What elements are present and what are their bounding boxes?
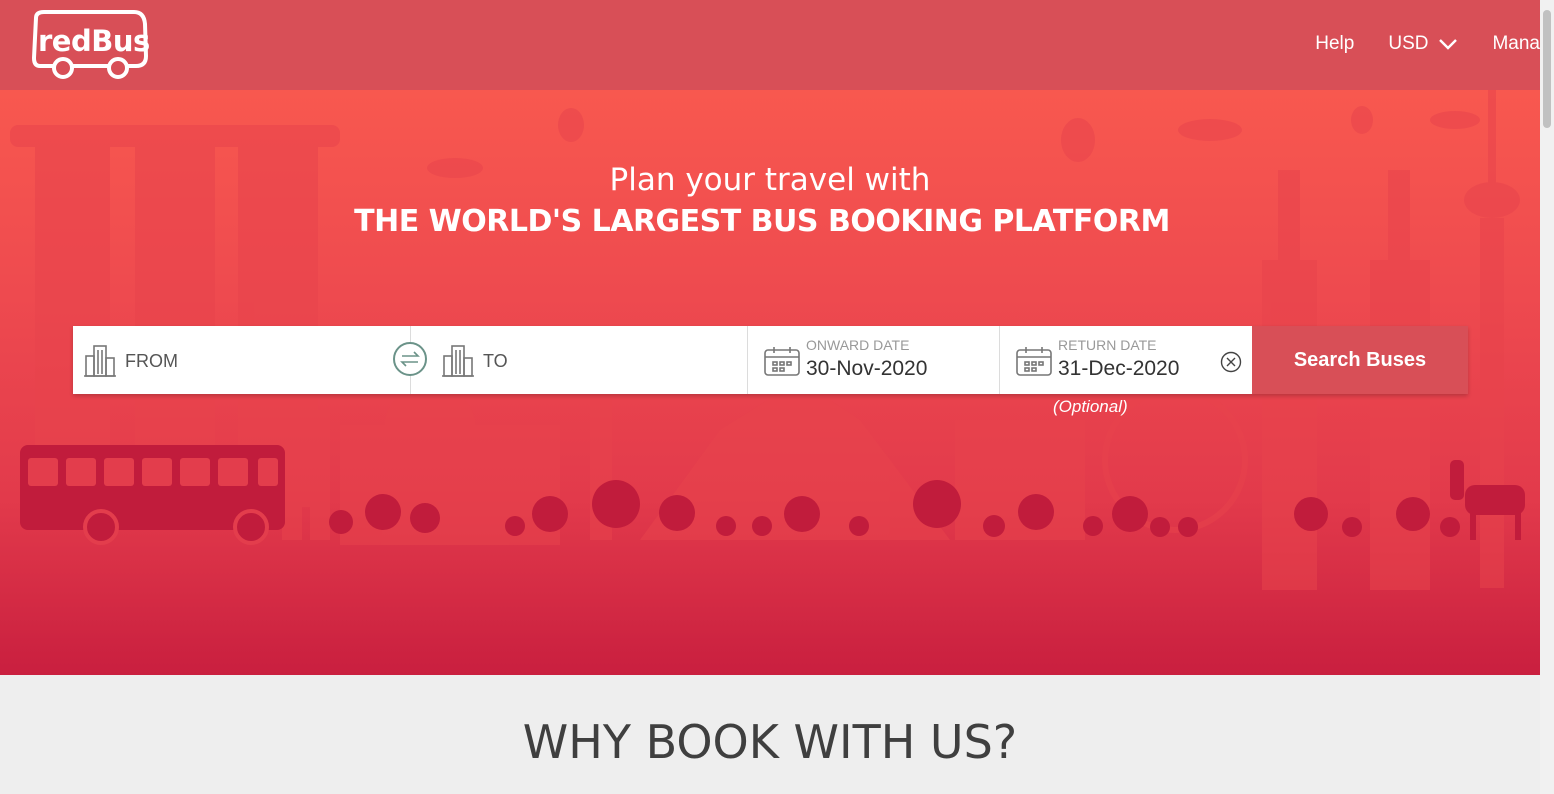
- calendar-icon: [764, 347, 800, 376]
- calendar-icon: [1016, 347, 1052, 376]
- swap-arrows-icon: [400, 351, 420, 367]
- bus-search-form: FROM TO ONWARD DATE 30-Nov-2020 RETURN D…: [73, 326, 1468, 394]
- nav-help[interactable]: Help: [1315, 33, 1354, 55]
- nav-currency[interactable]: USD: [1388, 33, 1458, 55]
- top-nav: Help USD Mana: [1281, 32, 1540, 56]
- redbus-logo[interactable]: redBus: [30, 10, 150, 84]
- site-header: redBus Help USD Mana: [0, 0, 1540, 90]
- city-buildings-icon: [84, 345, 116, 377]
- return-date-value: 31-Dec-2020: [1058, 357, 1180, 380]
- city-buildings-icon: [442, 345, 474, 377]
- page-scrollbar[interactable]: [1540, 0, 1554, 794]
- nav-currency-label: USD: [1388, 33, 1429, 54]
- scrollbar-thumb[interactable]: [1543, 10, 1551, 128]
- from-city-field[interactable]: FROM: [73, 326, 427, 394]
- onward-date-field[interactable]: ONWARD DATE 30-Nov-2020: [748, 326, 1000, 394]
- onward-date-label: ONWARD DATE: [806, 337, 910, 353]
- swap-cities-button[interactable]: [393, 342, 427, 376]
- search-buses-button[interactable]: Search Buses: [1252, 326, 1468, 394]
- return-date-label: RETURN DATE: [1058, 337, 1157, 353]
- clear-date-icon[interactable]: [1220, 351, 1242, 373]
- why-book-section: WHY BOOK WITH US?: [0, 675, 1540, 794]
- hero-banner: Plan your travel with THE WORLD'S LARGES…: [0, 90, 1540, 675]
- nav-help-label: Help: [1315, 33, 1355, 54]
- nav-manage-label: Mana: [1492, 33, 1540, 54]
- from-placeholder: FROM: [125, 351, 178, 371]
- return-optional-note: (Optional): [1053, 397, 1128, 416]
- nav-manage[interactable]: Mana: [1492, 33, 1540, 55]
- to-city-field[interactable]: TO: [411, 326, 748, 394]
- hero-subtitle: Plan your travel with: [609, 162, 931, 198]
- logo-text: redBus: [38, 24, 150, 58]
- return-date-field[interactable]: RETURN DATE 31-Dec-2020: [1000, 326, 1252, 394]
- onward-date-value: 30-Nov-2020: [806, 357, 928, 380]
- hero-title: THE WORLD'S LARGEST BUS BOOKING PLATFORM: [354, 204, 1170, 239]
- to-placeholder: TO: [483, 351, 508, 371]
- why-book-title: WHY BOOK WITH US?: [522, 715, 1018, 769]
- chevron-down-icon: [1439, 39, 1458, 50]
